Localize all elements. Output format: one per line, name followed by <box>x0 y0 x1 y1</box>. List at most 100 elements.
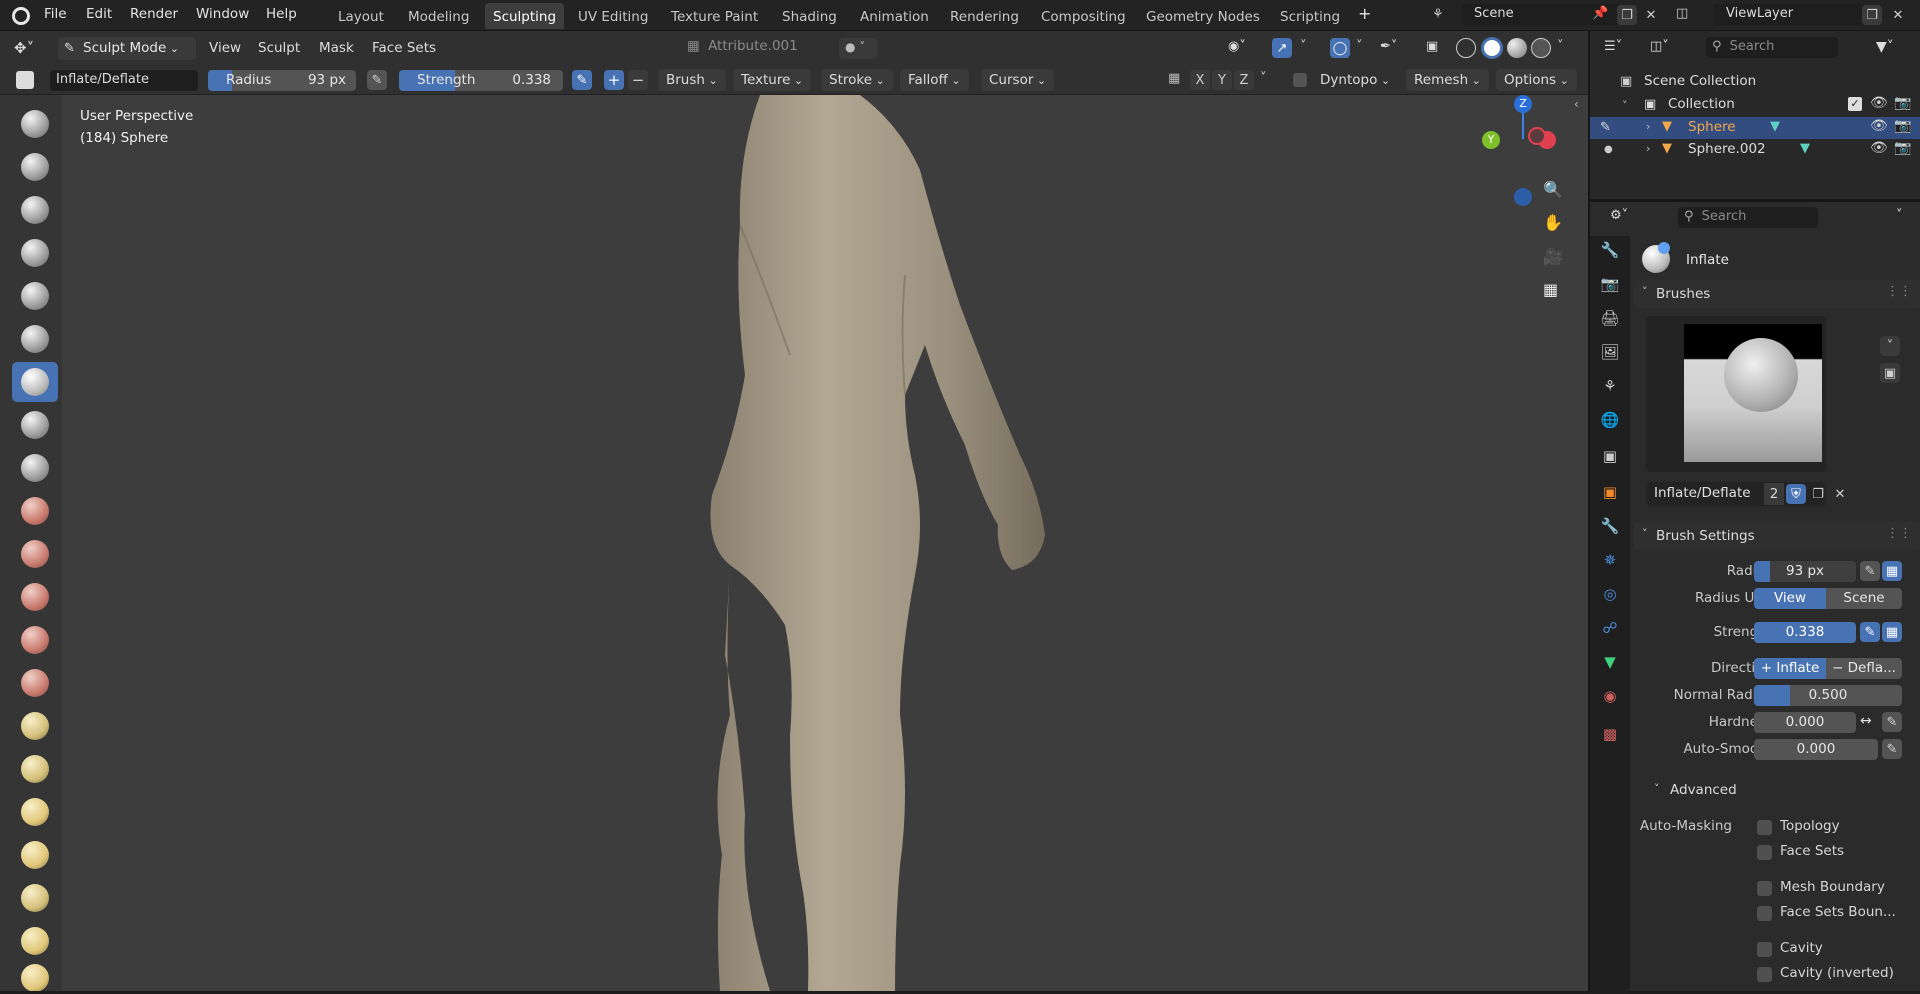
material-shading-icon[interactable] <box>1507 38 1527 58</box>
object-tab-icon[interactable]: ▣ <box>1598 480 1622 504</box>
snake-hook-tool-icon[interactable] <box>12 835 58 875</box>
strength-slider[interactable]: Strength 0.338 <box>399 70 563 91</box>
crease-tool-icon[interactable] <box>12 448 58 488</box>
rendered-shading-icon[interactable] <box>1531 38 1551 58</box>
menu-help[interactable]: Help <box>266 6 297 22</box>
drag-handle-icon[interactable]: ⋮⋮ <box>1886 284 1912 299</box>
strength-field[interactable]: 0.338 <box>1754 622 1856 643</box>
mode-selector[interactable]: ✎ Sculpt Mode <box>58 37 196 60</box>
modifier-tab-icon[interactable]: 🔧 <box>1598 514 1622 538</box>
mesh-data-icon[interactable]: ▼ <box>1770 119 1780 134</box>
collection-visibility-icon[interactable]: 👁 <box>1870 95 1888 111</box>
collection-render-icon[interactable]: 📷 <box>1894 95 1911 111</box>
brush-settings-section-header[interactable]: ˅ Brush Settings ⋮⋮ <box>1634 522 1920 550</box>
direction-inflate-button[interactable]: + Inflate <box>1754 658 1826 679</box>
menu-view[interactable]: View <box>209 40 241 56</box>
strength-pressure-icon[interactable]: ✎ <box>1860 622 1880 642</box>
auto-smooth-pressure-icon[interactable]: ✎ <box>1882 739 1902 759</box>
stroke-dropdown[interactable]: Stroke <box>821 69 893 91</box>
direction-add-button[interactable]: + <box>604 70 624 90</box>
dyntopo-dropdown[interactable]: Dyntopo <box>1312 69 1398 91</box>
scene-tab-icon[interactable]: ⚘ <box>1598 374 1622 398</box>
symmetry-x-button[interactable]: X <box>1190 70 1210 90</box>
unlink-brush-icon[interactable]: ✕ <box>1830 484 1850 504</box>
drag-handle-icon[interactable]: ⋮⋮ <box>1886 526 1912 541</box>
smooth-tool-icon[interactable] <box>12 491 58 531</box>
strength-unified-icon[interactable]: ▦ <box>1882 622 1902 642</box>
outliner-sphere002-label[interactable]: Sphere.002 <box>1688 141 1766 157</box>
dyntopo-checkbox[interactable] <box>1293 73 1307 87</box>
constraints-tab-icon[interactable]: ☍ <box>1598 616 1622 640</box>
tab-geometry-nodes[interactable]: Geometry Nodes <box>1138 3 1268 29</box>
tab-animation[interactable]: Animation <box>852 3 937 29</box>
view-layer-icon[interactable]: ◫ <box>1676 6 1688 21</box>
view-layer-tab-icon[interactable]: 🖼 <box>1598 340 1622 364</box>
tab-texture-paint[interactable]: Texture Paint <box>663 3 766 29</box>
radius-pressure-icon[interactable]: ✎ <box>1860 561 1880 581</box>
strength-pressure-icon[interactable]: ✎ <box>572 70 592 90</box>
falloff-dropdown[interactable]: Falloff <box>900 69 969 91</box>
radius-slider[interactable]: Radius 93 px <box>208 70 356 91</box>
texture-dropdown[interactable]: Texture <box>733 69 812 91</box>
mesh-data-icon[interactable]: ▼ <box>1800 141 1810 156</box>
outliner-editor-type-icon[interactable]: ☰˅ <box>1604 39 1622 54</box>
layer-tool-icon[interactable] <box>12 319 58 359</box>
elastic-deform-tool-icon[interactable] <box>12 792 58 832</box>
options-dropdown[interactable]: Options <box>1496 69 1577 91</box>
3d-viewport[interactable]: User Perspective (184) Sphere Z Y 🔍 ✋ 🎥 … <box>0 95 1588 991</box>
shading-dropdown-icon[interactable]: ˅ <box>1557 39 1564 54</box>
thumb-tool-icon[interactable] <box>12 878 58 918</box>
menu-edit[interactable]: Edit <box>86 6 112 22</box>
texture-tab-icon[interactable]: ▩ <box>1598 722 1622 746</box>
brush-preview-panel[interactable] <box>1646 316 1826 472</box>
direction-subtract-button[interactable]: − <box>628 70 648 90</box>
inflate-tool-icon[interactable] <box>12 362 58 402</box>
pen-overlay-icon[interactable]: ✒˅ <box>1380 39 1397 54</box>
hardness-field[interactable]: 0.000 <box>1754 712 1856 733</box>
menu-render[interactable]: Render <box>130 6 178 22</box>
brush-name-field[interactable]: Inflate/Deflate <box>50 70 198 91</box>
new-view-layer-icon[interactable]: ❐ <box>1862 5 1882 25</box>
filter-icon[interactable]: ▼˅ <box>1876 39 1894 55</box>
world-tab-icon[interactable]: 🌐 <box>1598 408 1622 432</box>
menu-sculpt[interactable]: Sculpt <box>258 40 300 56</box>
brush-list-expand-icon[interactable]: ˅ <box>1880 336 1900 356</box>
outliner-sphere-label[interactable]: Sphere <box>1688 119 1736 135</box>
remesh-dropdown[interactable]: Remesh <box>1406 69 1489 91</box>
sphere-expand-icon[interactable]: › <box>1646 120 1650 133</box>
radius-field[interactable]: 93 px <box>1754 561 1856 582</box>
color-attribute-button[interactable]: ● ˅ <box>839 38 877 59</box>
tab-scripting[interactable]: Scripting <box>1272 3 1348 29</box>
outliner-display-mode-icon[interactable]: ◫˅ <box>1650 39 1669 54</box>
pin-icon[interactable]: 📌 <box>1592 6 1608 21</box>
cavity-checkbox[interactable] <box>1757 942 1772 957</box>
outliner-search[interactable]: ⚲ Search <box>1706 37 1838 58</box>
scene-icon[interactable]: ⚘ <box>1432 7 1444 22</box>
advanced-section-header[interactable]: ˅ Advanced <box>1646 779 1846 801</box>
cavity-inverted-checkbox[interactable] <box>1757 967 1772 982</box>
tab-layout[interactable]: Layout <box>330 3 392 29</box>
data-tab-icon[interactable]: ▼ <box>1598 650 1622 674</box>
properties-search[interactable]: ⚲ Search <box>1678 207 1818 228</box>
fake-user-shield-icon[interactable]: ⛨ <box>1786 484 1806 504</box>
brush-dropdown[interactable]: Brush <box>658 69 726 91</box>
tab-sculpting[interactable]: Sculpting <box>485 3 565 29</box>
normal-radius-field[interactable]: 0.500 <box>1754 685 1902 706</box>
nudge-tool-icon[interactable] <box>12 964 58 991</box>
hardness-invert-icon[interactable]: ↔ <box>1860 713 1872 729</box>
sphere-render-icon[interactable]: 📷 <box>1894 118 1911 134</box>
pan-hand-icon[interactable]: ✋ <box>1543 213 1563 232</box>
clay-tool-icon[interactable] <box>12 190 58 230</box>
gizmo-neg-x-icon[interactable] <box>1528 127 1546 145</box>
radius-unit-lock-icon[interactable]: ▦ <box>1882 561 1902 581</box>
gizmo-neg-z-icon[interactable] <box>1514 188 1532 206</box>
gizmo-z-axis-icon[interactable]: Z <box>1514 95 1532 113</box>
visibility-icon[interactable]: ◉˅ <box>1228 39 1246 54</box>
overlay-toggle-icon[interactable]: ◯ <box>1330 38 1350 58</box>
tab-rendering[interactable]: Rendering <box>942 3 1027 29</box>
menu-mask[interactable]: Mask <box>319 40 354 56</box>
scene-collection-label[interactable]: Scene Collection <box>1644 73 1756 89</box>
radius-pressure-icon[interactable]: ✎ <box>367 70 387 90</box>
blob-tool-icon[interactable] <box>12 405 58 445</box>
tab-shading[interactable]: Shading <box>774 3 845 29</box>
